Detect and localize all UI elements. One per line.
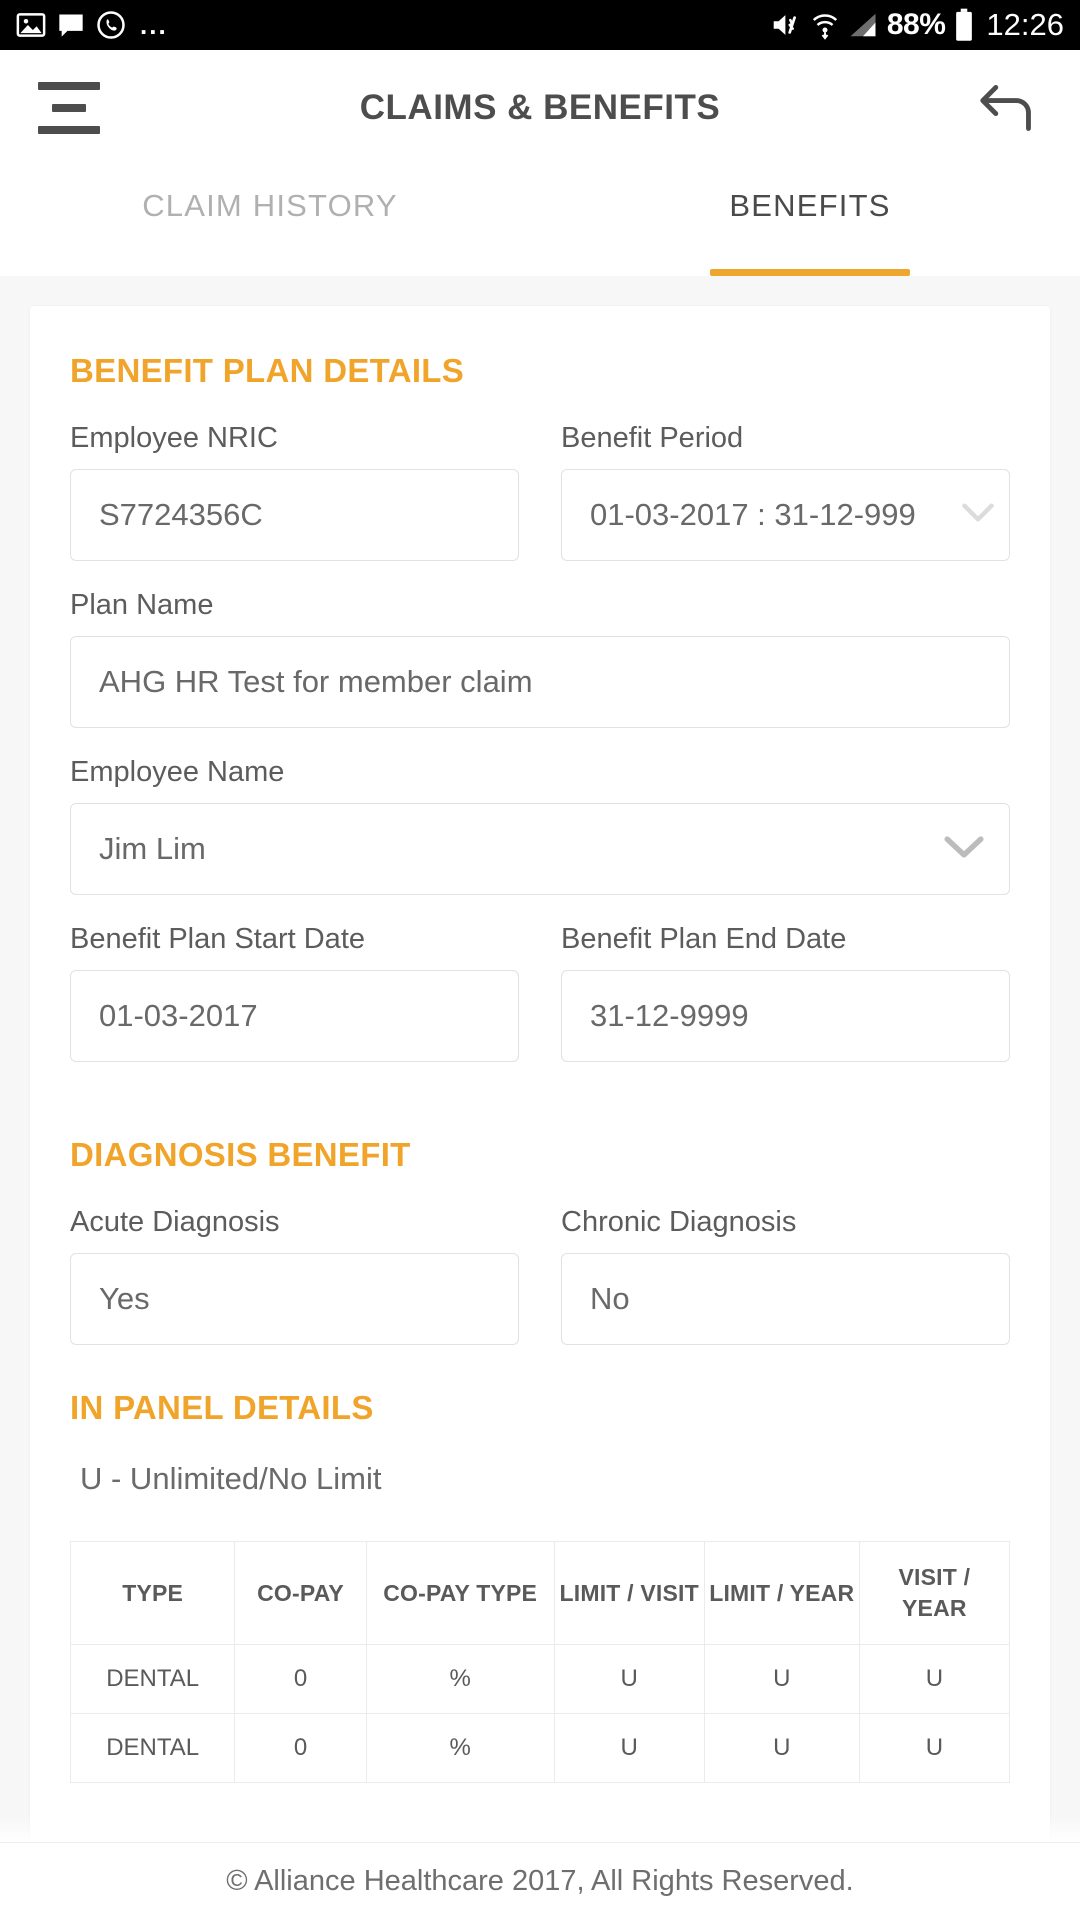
field-employee-name: Employee Name Jim Lim <box>70 756 1010 895</box>
image-icon <box>16 10 46 40</box>
value-acute-diagnosis: Yes <box>99 1281 150 1316</box>
benefits-scroll-area[interactable]: BENEFIT PLAN DETAILS Employee NRIC S7724… <box>0 276 1080 1842</box>
field-acute-diagnosis: Acute Diagnosis Yes <box>70 1206 519 1345</box>
back-arrow-icon[interactable] <box>972 76 1042 140</box>
cell-co-pay-type: % <box>365 1713 555 1784</box>
value-employee-nric: S7724356C <box>99 497 263 532</box>
chevron-down-icon[interactable] <box>943 834 985 865</box>
status-bar-left-icons: ... <box>16 10 168 40</box>
field-plan-end-date: Benefit Plan End Date 31-12-9999 <box>561 923 1010 1062</box>
tab-claim-history[interactable]: CLAIM HISTORY <box>0 166 540 276</box>
battery-percent-label: 88% <box>886 8 946 41</box>
tab-claim-history-underline <box>170 269 370 276</box>
tab-benefits[interactable]: BENEFITS <box>540 166 1080 276</box>
input-employee-nric[interactable]: S7724356C <box>70 469 519 561</box>
col-header-type: TYPE <box>69 1540 236 1646</box>
dropdown-employee-name[interactable]: Jim Lim <box>70 803 1010 895</box>
cell-limit-year: U <box>703 1713 860 1784</box>
input-chronic-diagnosis[interactable]: No <box>561 1253 1010 1345</box>
label-employee-name: Employee Name <box>70 756 285 788</box>
cell-type: DENTAL <box>69 1644 236 1715</box>
benefits-card: BENEFIT PLAN DETAILS Employee NRIC S7724… <box>30 306 1050 1842</box>
col-header-limit-year: LIMIT / YEAR <box>703 1540 860 1646</box>
cell-co-pay: 0 <box>234 1713 367 1784</box>
label-plan-start-date: Benefit Plan Start Date <box>70 923 365 955</box>
row-nric-period: Employee NRIC S7724356C Benefit Period 0… <box>70 422 1010 589</box>
label-plan-name: Plan Name <box>70 589 214 621</box>
footer-bar: © Alliance Healthcare 2017, All Rights R… <box>0 1842 1080 1920</box>
unlimited-legend: U - Unlimited/No Limit <box>80 1461 382 1496</box>
dropdown-benefit-period[interactable]: 01-03-2017 : 31-12-999 <box>561 469 1010 561</box>
col-header-limit-visit: LIMIT / VISIT <box>553 1540 705 1646</box>
input-plan-start-date[interactable]: 01-03-2017 <box>70 970 519 1062</box>
cell-visit-year: U <box>858 1644 1011 1715</box>
cell-limit-visit: U <box>553 1713 705 1784</box>
section-title-diagnosis-benefit: DIAGNOSIS BENEFIT <box>70 1136 411 1173</box>
field-plan-name: Plan Name AHG HR Test for member claim <box>70 589 1010 728</box>
cell-co-pay-type: % <box>365 1644 555 1715</box>
tab-benefits-label: BENEFITS <box>729 188 891 223</box>
more-dots-icon: ... <box>140 10 168 40</box>
cell-limit-year: U <box>703 1644 860 1715</box>
label-benefit-period: Benefit Period <box>561 422 744 454</box>
tab-benefits-underline <box>710 269 910 276</box>
label-acute-diagnosis: Acute Diagnosis <box>70 1206 280 1238</box>
table-body: DENTAL 0 % U U U DENTAL 0 % U U U <box>69 1644 1011 1784</box>
section-title-benefit-plan-details: BENEFIT PLAN DETAILS <box>70 352 465 389</box>
page-title: CLAIMS & BENEFITS <box>359 88 721 127</box>
field-plan-start-date: Benefit Plan Start Date 01-03-2017 <box>70 923 519 1062</box>
whatsapp-icon <box>96 10 126 40</box>
value-benefit-period: 01-03-2017 : 31-12-999 <box>590 497 916 532</box>
value-chronic-diagnosis: No <box>590 1281 630 1316</box>
tab-bar: CLAIM HISTORY BENEFITS <box>0 166 1080 276</box>
row-diagnosis: Acute Diagnosis Yes Chronic Diagnosis No <box>70 1206 1010 1345</box>
mute-icon <box>770 10 802 40</box>
input-acute-diagnosis[interactable]: Yes <box>70 1253 519 1345</box>
cell-type: DENTAL <box>69 1713 236 1784</box>
field-benefit-period: Benefit Period 01-03-2017 : 31-12-999 <box>561 422 1010 561</box>
signal-icon <box>848 11 878 39</box>
input-plan-name[interactable]: AHG HR Test for member claim <box>70 636 1010 728</box>
field-chronic-diagnosis: Chronic Diagnosis No <box>561 1206 1010 1345</box>
status-bar: ... 88% 12:26 <box>0 0 1080 50</box>
value-plan-start-date: 01-03-2017 <box>99 998 258 1033</box>
battery-icon <box>954 8 974 42</box>
status-bar-clock: 12:26 <box>986 7 1064 42</box>
table-header-row: TYPE CO-PAY CO-PAY TYPE LIMIT / VISIT LI… <box>69 1540 1011 1646</box>
value-plan-name: AHG HR Test for member claim <box>99 664 533 699</box>
app-header: CLAIMS & BENEFITS <box>0 50 1080 166</box>
app-screen: ... 88% 12:26 CLAIMS & BENEFITS CLAIM HI… <box>0 0 1080 1920</box>
footer-copyright: © Alliance Healthcare 2017, All Rights R… <box>226 1865 854 1897</box>
value-employee-name: Jim Lim <box>99 831 206 866</box>
table-header: TYPE CO-PAY CO-PAY TYPE LIMIT / VISIT LI… <box>69 1540 1011 1646</box>
in-panel-benefits-table: TYPE CO-PAY CO-PAY TYPE LIMIT / VISIT LI… <box>69 1540 1011 1784</box>
chevron-down-icon <box>961 502 995 529</box>
col-header-co-pay: CO-PAY <box>234 1540 367 1646</box>
tab-claim-history-label: CLAIM HISTORY <box>142 188 398 223</box>
hamburger-menu-icon[interactable] <box>38 82 100 134</box>
cell-visit-year: U <box>858 1713 1011 1784</box>
col-header-visit-year: VISIT / YEAR <box>858 1540 1011 1646</box>
status-bar-right-icons: 88% 12:26 <box>770 7 1064 43</box>
table-row[interactable]: DENTAL 0 % U U U <box>69 1644 1011 1715</box>
section-title-in-panel-details: IN PANEL DETAILS <box>70 1389 374 1426</box>
wifi-icon <box>811 10 839 40</box>
cell-limit-visit: U <box>553 1644 705 1715</box>
row-plan-dates: Benefit Plan Start Date 01-03-2017 Benef… <box>70 923 1010 1062</box>
label-employee-nric: Employee NRIC <box>70 422 278 454</box>
input-plan-end-date[interactable]: 31-12-9999 <box>561 970 1010 1062</box>
cell-co-pay: 0 <box>234 1644 367 1715</box>
label-chronic-diagnosis: Chronic Diagnosis <box>561 1206 797 1238</box>
label-plan-end-date: Benefit Plan End Date <box>561 923 847 955</box>
field-employee-nric: Employee NRIC S7724356C <box>70 422 519 561</box>
table-row[interactable]: DENTAL 0 % U U U <box>69 1713 1011 1784</box>
message-icon <box>57 11 85 39</box>
col-header-co-pay-type: CO-PAY TYPE <box>365 1540 555 1646</box>
value-plan-end-date: 31-12-9999 <box>590 998 749 1033</box>
